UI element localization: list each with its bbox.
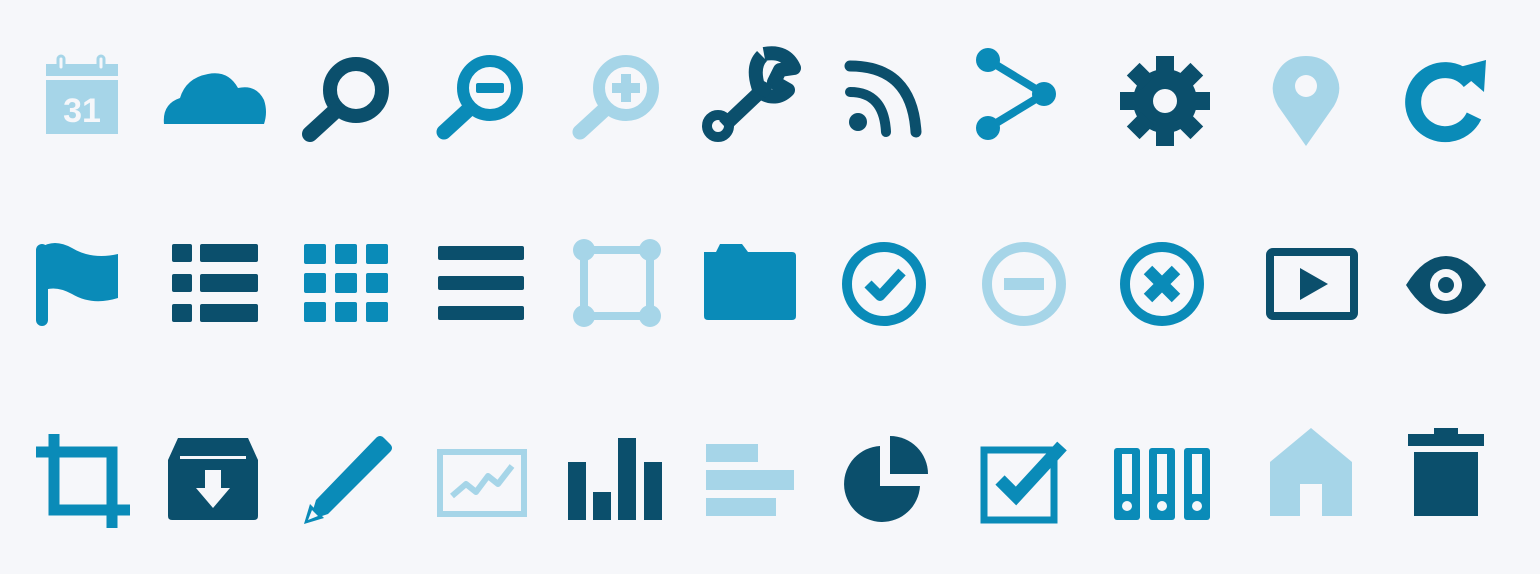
home-icon <box>1270 428 1352 518</box>
minus-circle-icon <box>980 240 1068 328</box>
grid-icon <box>304 244 388 322</box>
list-icon <box>172 244 258 322</box>
calendar-day: 31 <box>63 92 101 130</box>
archive-download-icon <box>168 436 258 520</box>
bar-chart-icon <box>568 438 662 520</box>
zoom-in-icon <box>568 54 662 140</box>
gear-icon <box>1120 56 1210 146</box>
line-chart-icon <box>436 448 528 518</box>
rss-icon <box>844 56 924 138</box>
search-icon <box>300 54 394 142</box>
location-pin-icon <box>1270 52 1342 148</box>
calendar-icon: 31 <box>44 54 120 136</box>
horizontal-bars-icon <box>706 444 794 518</box>
close-circle-icon <box>1118 240 1206 328</box>
eye-icon <box>1404 254 1488 316</box>
trash-icon <box>1408 428 1484 516</box>
folder-icon <box>702 242 798 320</box>
selection-icon <box>572 238 662 328</box>
crop-icon <box>36 434 130 528</box>
cloud-icon <box>160 64 268 126</box>
flag-icon <box>34 240 122 328</box>
checkbox-checked-icon <box>980 438 1070 524</box>
binders-icon <box>1114 448 1210 520</box>
pencil-icon <box>300 434 394 526</box>
check-circle-icon <box>840 240 928 328</box>
video-play-icon <box>1266 248 1358 320</box>
menu-icon <box>438 246 524 320</box>
wrench-icon <box>700 46 801 142</box>
share-icon <box>972 46 1060 142</box>
pie-chart-icon <box>838 434 930 526</box>
zoom-out-icon <box>434 54 528 140</box>
refresh-icon <box>1404 56 1490 144</box>
